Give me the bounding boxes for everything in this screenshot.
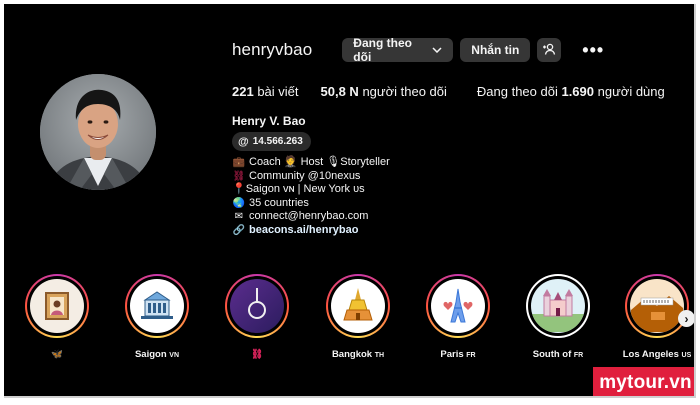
threads-badge[interactable]: @ 14.566.263 <box>232 132 311 151</box>
story-label: South of FR <box>532 349 584 360</box>
bio-line-text: 35 countries <box>249 196 309 209</box>
story-highlight[interactable]: Paris FR <box>420 274 496 360</box>
followers-stat[interactable]: 50,8 N người theo dõi <box>321 84 447 99</box>
bio-line: ✉ connect@henrybao.com <box>232 210 390 224</box>
profile-header: henryvbao Đang theo dõi Nhắn tin ••• <box>232 36 604 64</box>
bio-line: 🌏 35 countries <box>232 197 390 211</box>
temple-icon <box>343 288 373 321</box>
profile-frame: henryvbao Đang theo dõi Nhắn tin ••• 221… <box>4 4 696 398</box>
story-label: Paris FR <box>440 349 476 360</box>
story-highlight[interactable]: Saigon VN <box>119 274 195 360</box>
chevron-down-icon <box>432 45 442 56</box>
bio-line-text[interactable]: Community @10nexus <box>249 170 360 184</box>
globe-icon: 🌏 <box>232 197 246 209</box>
chevron-right-icon: › <box>684 311 689 326</box>
add-user-icon <box>542 43 556 58</box>
followers-label: người theo dõi <box>358 84 447 99</box>
following-label: người dùng <box>594 84 665 99</box>
story-highlight[interactable]: 🦋 <box>19 274 95 360</box>
bio-line: 🔗 beacons.ai/henrybao <box>232 224 390 238</box>
story-label: Saigon VN <box>134 349 180 360</box>
posts-label: bài viết <box>253 84 299 99</box>
castle-icon <box>532 289 584 332</box>
bio-link[interactable]: beacons.ai/henrybao <box>249 224 358 238</box>
story-highlight[interactable]: Bangkok TH <box>320 274 396 360</box>
bio-line: ⛓ Community @10nexus <box>232 170 390 184</box>
story-ring <box>225 274 289 338</box>
envelope-icon: ✉ <box>234 211 244 223</box>
story-ring <box>426 274 490 338</box>
story-ring <box>526 274 590 338</box>
link-chain-icon: ⛓ <box>232 170 246 182</box>
username: henryvbao <box>232 40 313 59</box>
avatar-photo <box>40 74 156 190</box>
story-label: ⛓ <box>219 349 295 360</box>
story-highlight[interactable]: South of FR <box>520 274 596 360</box>
more-options-icon[interactable]: ••• <box>582 40 604 61</box>
full-name: Henry V. Bao <box>232 114 306 128</box>
story-highlight[interactable]: ⛓ <box>219 274 295 360</box>
following-stat[interactable]: Đang theo dõi 1.690 người dùng <box>477 84 665 99</box>
following-count: 1.690 <box>561 84 595 99</box>
following-button-label: Đang theo dõi <box>353 36 412 64</box>
message-button-label: Nhắn tin <box>471 43 520 57</box>
building-icon <box>141 291 173 319</box>
bio-line-text: Coach 🤵 Host 🎙Storyteller <box>249 156 390 168</box>
story-ring <box>625 274 689 338</box>
following-button[interactable]: Đang theo dõi <box>342 36 454 64</box>
eiffel-tower-icon <box>443 288 473 323</box>
message-button[interactable]: Nhắn tin <box>460 38 531 62</box>
hollywood-sign-icon <box>631 296 683 332</box>
link-chain-icon: ⛓ <box>250 349 264 360</box>
bio-text: 💼 Coach 🤵 Host 🎙Storyteller ⛓ Community @1… <box>232 156 390 238</box>
briefcase-icon: 💼 <box>232 157 246 168</box>
next-highlights-button[interactable]: › <box>678 310 694 327</box>
suggest-user-button[interactable] <box>537 38 562 62</box>
posts-stat: 221 bài viết <box>232 84 299 99</box>
posts-count: 221 <box>232 84 254 99</box>
following-prefix: Đang theo dõi <box>476 84 562 99</box>
framed-portrait-icon <box>45 292 69 320</box>
story-label: Los Angeles US <box>622 349 692 360</box>
bio-line: 💼 Coach 🤵 Host 🎙Storyteller <box>232 156 390 170</box>
story-ring <box>125 274 189 338</box>
watermark-logo: mytour.vn <box>593 367 694 396</box>
profile-avatar[interactable] <box>40 74 156 190</box>
threads-count: 14.566.263 <box>252 136 303 147</box>
story-label: 🦋 <box>51 349 63 360</box>
followers-count: 50,8 N <box>320 84 359 99</box>
bio-line-text: connect@henrybao.com <box>249 210 369 223</box>
profile-stats: 221 bài viết 50,8 N người theo dõi Đang … <box>232 84 687 99</box>
hanging-ring-icon <box>248 288 266 319</box>
story-ring <box>25 274 89 338</box>
threads-icon: @ <box>238 135 249 148</box>
story-label: Bangkok TH <box>331 349 385 360</box>
link-icon: 🔗 <box>232 224 246 236</box>
bio-line: 📍Saigon ᴠɴ | New York ᴜs <box>232 183 390 197</box>
bio-line-text: 📍Saigon ᴠɴ | New York ᴜs <box>232 183 365 196</box>
story-ring <box>326 274 390 338</box>
